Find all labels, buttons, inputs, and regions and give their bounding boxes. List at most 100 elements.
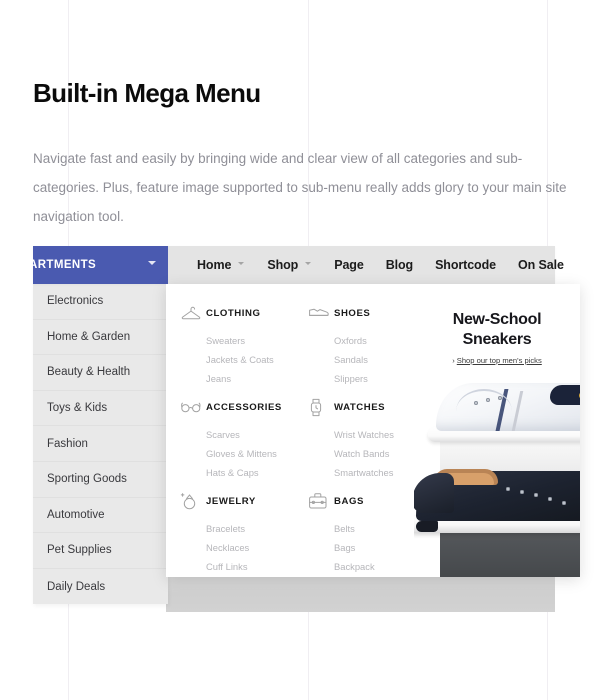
navy-sneaker-toe <box>416 521 438 532</box>
mega-link-bracelets[interactable]: Bracelets <box>206 519 290 538</box>
intro-description: Navigate fast and easily by bringing wid… <box>33 151 567 224</box>
mega-group-header[interactable]: ACCESSORIES <box>180 396 290 418</box>
sidebar-item-toys-kids[interactable]: Toys & Kids <box>33 391 168 427</box>
sidebar-item-label: Pet Supplies <box>47 544 112 557</box>
nav-item-on-sale[interactable]: On Sale <box>507 246 575 284</box>
watch-icon <box>308 396 334 418</box>
mega-group-bags: BAGS Belts Bags Backpack <box>308 490 414 576</box>
mega-menu-column-2: SHOES Oxfords Sandals Slippers WATCHES W… <box>290 284 414 577</box>
eyelet <box>548 497 552 501</box>
ring-icon <box>180 490 206 512</box>
sidebar-item-pet-supplies[interactable]: Pet Supplies <box>33 533 168 569</box>
mega-group-header[interactable]: BAGS <box>308 490 414 512</box>
mega-link-wrist-watches[interactable]: Wrist Watches <box>334 425 414 444</box>
eyelet <box>534 493 538 497</box>
promo-link[interactable]: › Shop our top men's picks <box>414 356 580 365</box>
sidebar-item-fashion[interactable]: Fashion <box>33 426 168 462</box>
navy-sneaker <box>414 469 580 541</box>
mega-group-title: WATCHES <box>334 401 386 413</box>
glasses-icon <box>180 396 206 418</box>
mega-link-hats-caps[interactable]: Hats & Caps <box>206 463 290 482</box>
nav-item-home[interactable]: Home <box>186 246 256 284</box>
mega-link-necklaces[interactable]: Necklaces <box>206 538 290 557</box>
nav-item-label: Home <box>197 258 232 272</box>
promo-feature[interactable]: New-School Sneakers › Shop our top men's … <box>414 284 580 577</box>
white-sneaker-collar <box>550 385 580 405</box>
sidebar-item-home-garden[interactable]: Home & Garden <box>33 320 168 356</box>
nav-items: Home Shop Page Blog Shortcode On Sale <box>186 246 575 284</box>
promo-title-line1: New-School <box>452 311 542 328</box>
mega-group-clothing: CLOTHING Sweaters Jackets & Coats Jeans <box>180 302 290 388</box>
mega-group-header[interactable]: JEWELRY <box>180 490 290 512</box>
eyelet <box>520 490 524 494</box>
nav-item-shortcode[interactable]: Shortcode <box>424 246 507 284</box>
nav-item-label: On Sale <box>517 258 564 272</box>
mega-link-jackets-coats[interactable]: Jackets & Coats <box>206 350 290 369</box>
mega-menu-panel: CLOTHING Sweaters Jackets & Coats Jeans … <box>166 284 580 577</box>
mega-group-title: ACCESSORIES <box>206 401 282 413</box>
departments-button[interactable]: ARTMENTS <box>29 246 168 284</box>
mega-menu-column-1: CLOTHING Sweaters Jackets & Coats Jeans … <box>166 284 290 577</box>
sidebar-item-label: Sporting Goods <box>47 473 127 486</box>
sidebar-item-label: Home & Garden <box>47 330 131 343</box>
sidebar-item-automotive[interactable]: Automotive <box>33 498 168 534</box>
nav-item-label: Page <box>334 258 364 272</box>
eyelet <box>474 401 478 405</box>
nav-item-page[interactable]: Page <box>323 246 374 284</box>
departments-sidebar: Electronics Home & Garden Beauty & Healt… <box>33 284 168 605</box>
mega-link-cuff-links[interactable]: Cuff Links <box>206 557 290 576</box>
sidebar-item-electronics[interactable]: Electronics <box>33 284 168 320</box>
eyelet <box>506 487 510 491</box>
mega-group-header[interactable]: CLOTHING <box>180 302 290 324</box>
mega-group-shoes: SHOES Oxfords Sandals Slippers <box>308 302 414 388</box>
sidebar-item-beauty-health[interactable]: Beauty & Health <box>33 355 168 391</box>
chevron-right-icon: › <box>452 356 455 365</box>
nav-item-label: Shop <box>267 258 299 272</box>
mega-link-scarves[interactable]: Scarves <box>206 425 290 444</box>
mega-group-watches: WATCHES Wrist Watches Watch Bands Smartw… <box>308 396 414 482</box>
mega-link-sandals[interactable]: Sandals <box>334 350 414 369</box>
eyelet <box>486 398 490 402</box>
mega-link-oxfords[interactable]: Oxfords <box>334 331 414 350</box>
mega-group-title: BAGS <box>334 495 364 507</box>
mega-link-bags[interactable]: Bags <box>334 538 414 557</box>
main-navigation-bar: ARTMENTS Home Shop Page Blog Shortcode O… <box>29 246 564 284</box>
hanger-icon <box>180 302 206 324</box>
page-title: Built-in Mega Menu <box>33 78 261 108</box>
mega-group-title: JEWELRY <box>206 495 256 507</box>
promo-link-label: Shop our top men's picks <box>456 356 542 365</box>
lower-content-block <box>166 577 555 612</box>
mega-link-gloves-mittens[interactable]: Gloves & Mittens <box>206 444 290 463</box>
chevron-down-icon <box>148 261 156 269</box>
departments-label: ARTMENTS <box>29 259 97 271</box>
mega-link-smartwatches[interactable]: Smartwatches <box>334 463 414 482</box>
mega-group-title: SHOES <box>334 307 371 319</box>
sidebar-item-sporting-goods[interactable]: Sporting Goods <box>33 462 168 498</box>
mega-link-backpack[interactable]: Backpack <box>334 557 414 576</box>
mega-link-sweaters[interactable]: Sweaters <box>206 331 290 350</box>
mega-group-header[interactable]: WATCHES <box>308 396 414 418</box>
intro-section: Built-in Mega Menu Navigate fast and eas… <box>33 78 578 231</box>
mega-link-jeans[interactable]: Jeans <box>206 369 290 388</box>
chevron-down-icon <box>305 261 312 269</box>
mega-link-watch-bands[interactable]: Watch Bands <box>334 444 414 463</box>
sidebar-item-label: Daily Deals <box>47 580 106 593</box>
promo-title: New-School Sneakers <box>414 310 580 350</box>
nav-item-label: Blog <box>385 258 414 272</box>
sidebar-item-label: Toys & Kids <box>47 402 108 415</box>
mega-link-belts[interactable]: Belts <box>334 519 414 538</box>
briefcase-icon <box>308 490 334 512</box>
mega-group-header[interactable]: SHOES <box>308 302 414 324</box>
nav-item-shop[interactable]: Shop <box>256 246 323 284</box>
sidebar-item-label: Beauty & Health <box>47 366 131 379</box>
chevron-down-icon <box>238 261 245 269</box>
sidebar-item-daily-deals[interactable]: Daily Deals <box>33 569 168 605</box>
nav-item-blog[interactable]: Blog <box>375 246 424 284</box>
promo-title-line2: Sneakers <box>462 331 532 348</box>
mega-link-slippers[interactable]: Slippers <box>334 369 414 388</box>
mega-group-title: CLOTHING <box>206 307 261 319</box>
nav-item-label: Shortcode <box>435 258 496 272</box>
white-sneaker <box>428 383 580 449</box>
sidebar-item-label: Automotive <box>47 508 105 521</box>
promo-image <box>414 379 580 577</box>
